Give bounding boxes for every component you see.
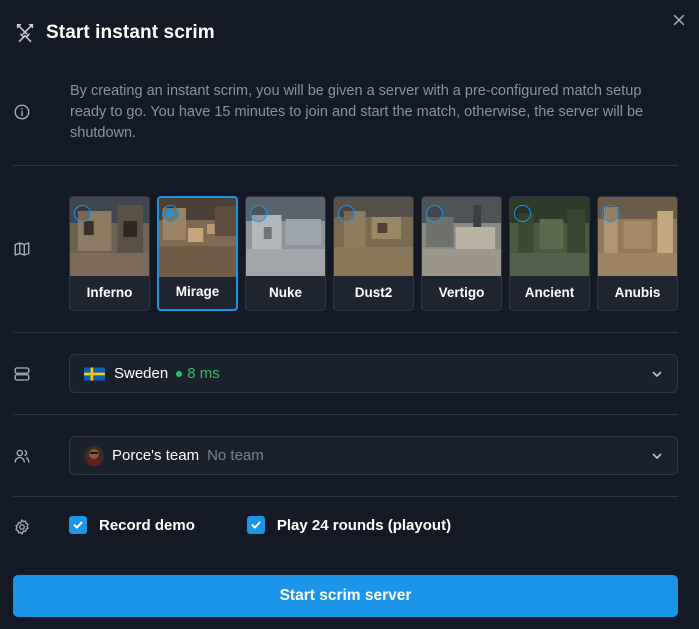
playout-label: Play 24 rounds (playout) [276, 516, 452, 534]
dialog-header: Start instant scrim [14, 20, 215, 46]
record-demo-label: Record demo [99, 516, 195, 534]
map-radio[interactable] [250, 205, 267, 222]
server-region-select[interactable]: Sweden 8 ms [69, 354, 678, 393]
playout-checkbox[interactable]: Play 24 rounds (playout) [246, 516, 452, 534]
map-card-mirage[interactable]: Mirage [157, 196, 238, 311]
server-icon [14, 367, 30, 381]
map-selector: Inferno Mirage Nuke Dust2 Vertigo Ancien… [69, 196, 678, 311]
chevron-down-icon [652, 453, 662, 459]
checkbox-box[interactable] [69, 516, 87, 534]
scrim-options: Record demo Play 24 rounds (playout) [69, 516, 451, 534]
map-card-vertigo[interactable]: Vertigo [421, 196, 502, 311]
users-icon [14, 449, 30, 463]
map-name: Anubis [614, 284, 661, 300]
map-name: Nuke [268, 284, 302, 300]
map-name: Inferno [86, 284, 133, 300]
map-radio[interactable] [514, 205, 531, 222]
map-card-nuke[interactable]: Nuke [245, 196, 326, 311]
divider [13, 496, 678, 497]
chevron-down-icon [652, 371, 662, 377]
crossed-swords-icon [16, 23, 34, 43]
map-radio[interactable] [162, 205, 179, 222]
map-card-anubis[interactable]: Anubis [597, 196, 678, 311]
divider [13, 414, 678, 415]
avatar [84, 445, 104, 466]
checkbox-box[interactable] [246, 516, 265, 534]
start-scrim-server-button[interactable]: Start scrim server [13, 575, 678, 617]
ping-indicator: 8 ms [176, 365, 220, 382]
start-scrim-dialog: Start instant scrim By creating an insta… [0, 0, 699, 629]
team-select[interactable]: Porce's team No team [69, 436, 678, 475]
record-demo-checkbox[interactable]: Record demo [69, 516, 195, 534]
map-name: Ancient [524, 284, 575, 300]
map-radio[interactable] [74, 205, 91, 222]
map-card-ancient[interactable]: Ancient [509, 196, 590, 311]
divider [13, 332, 678, 333]
ping-value: 8 ms [187, 365, 220, 382]
map-card-dust2[interactable]: Dust2 [333, 196, 414, 311]
map-name: Dust2 [354, 284, 393, 300]
ping-dot [176, 370, 183, 377]
info-text: By creating an instant scrim, you will b… [70, 83, 644, 141]
map-name: Vertigo [438, 284, 485, 300]
map-icon [14, 242, 30, 256]
map-radio[interactable] [338, 205, 355, 222]
info-icon [14, 104, 30, 120]
map-radio[interactable] [602, 205, 619, 222]
team-subtitle: No team [207, 447, 264, 464]
region-name: Sweden [114, 365, 169, 382]
divider [13, 165, 678, 166]
close-icon[interactable] [671, 12, 687, 28]
check-icon [251, 521, 261, 529]
map-card-inferno[interactable]: Inferno [69, 196, 150, 311]
dialog-title: Start instant scrim [46, 22, 215, 43]
map-name: Mirage [175, 283, 220, 299]
check-icon [73, 521, 83, 529]
sweden-flag-icon [84, 366, 105, 381]
map-radio[interactable] [426, 205, 443, 222]
gear-icon [15, 519, 29, 535]
team-name: Porce's team [112, 447, 200, 464]
